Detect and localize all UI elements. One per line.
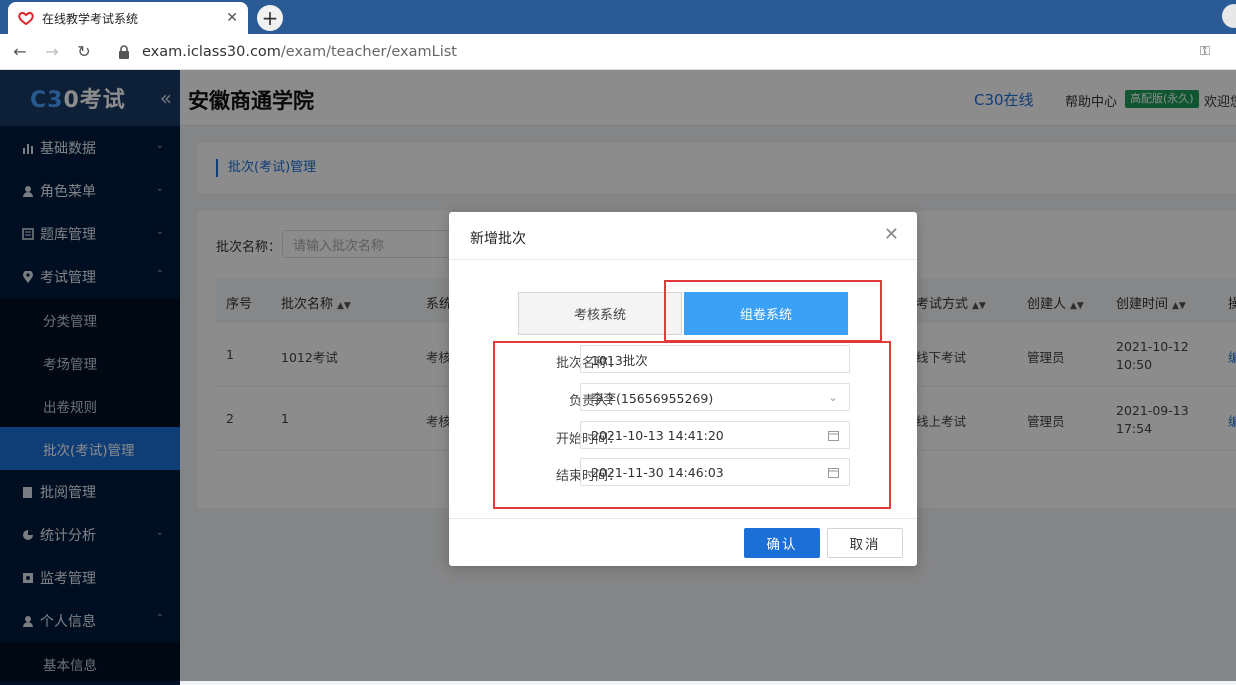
url-path: /exam/teacher/examList	[280, 44, 457, 60]
url-host: exam.iclass30.com	[142, 44, 281, 60]
new-tab-icon[interactable]: +	[257, 5, 283, 31]
profile-avatar-icon[interactable]	[1222, 4, 1236, 28]
dialog-header: 新增批次 ✕	[449, 212, 917, 260]
url-field[interactable]: exam.iclass30.com/exam/teacher/examList	[110, 39, 1236, 65]
address-bar: ← → ↻ exam.iclass30.com/exam/teacher/exa…	[0, 34, 1236, 70]
close-icon[interactable]: ✕	[884, 226, 899, 244]
key-icon[interactable]: ⚿	[1200, 44, 1210, 59]
add-batch-dialog: 新增批次 ✕ 考核系统 组卷系统 批次名称： 1013批次 负责人： 李李(15…	[449, 212, 917, 566]
lock-icon	[119, 45, 129, 59]
dialog-footer: 确认 取消	[449, 518, 917, 566]
close-tab-icon[interactable]: ✕	[226, 10, 238, 26]
browser-tab[interactable]: 在线教学考试系统 ✕	[8, 2, 248, 34]
highlight-box-form	[493, 341, 891, 509]
tab-title: 在线教学考试系统	[42, 11, 139, 26]
highlight-box-selector	[664, 280, 882, 342]
dialog-title: 新增批次	[470, 231, 526, 247]
back-arrow-icon[interactable]: ←	[8, 40, 32, 64]
cancel-button[interactable]: 取消	[827, 528, 903, 558]
browser-tab-bar: 在线教学考试系统 ✕ +	[0, 0, 1236, 34]
assessment-system-button[interactable]: 考核系统	[518, 292, 682, 335]
forward-arrow-icon[interactable]: →	[40, 40, 64, 64]
reload-icon[interactable]: ↻	[72, 40, 96, 64]
site-favicon-icon	[18, 11, 34, 25]
confirm-button[interactable]: 确认	[744, 528, 820, 558]
